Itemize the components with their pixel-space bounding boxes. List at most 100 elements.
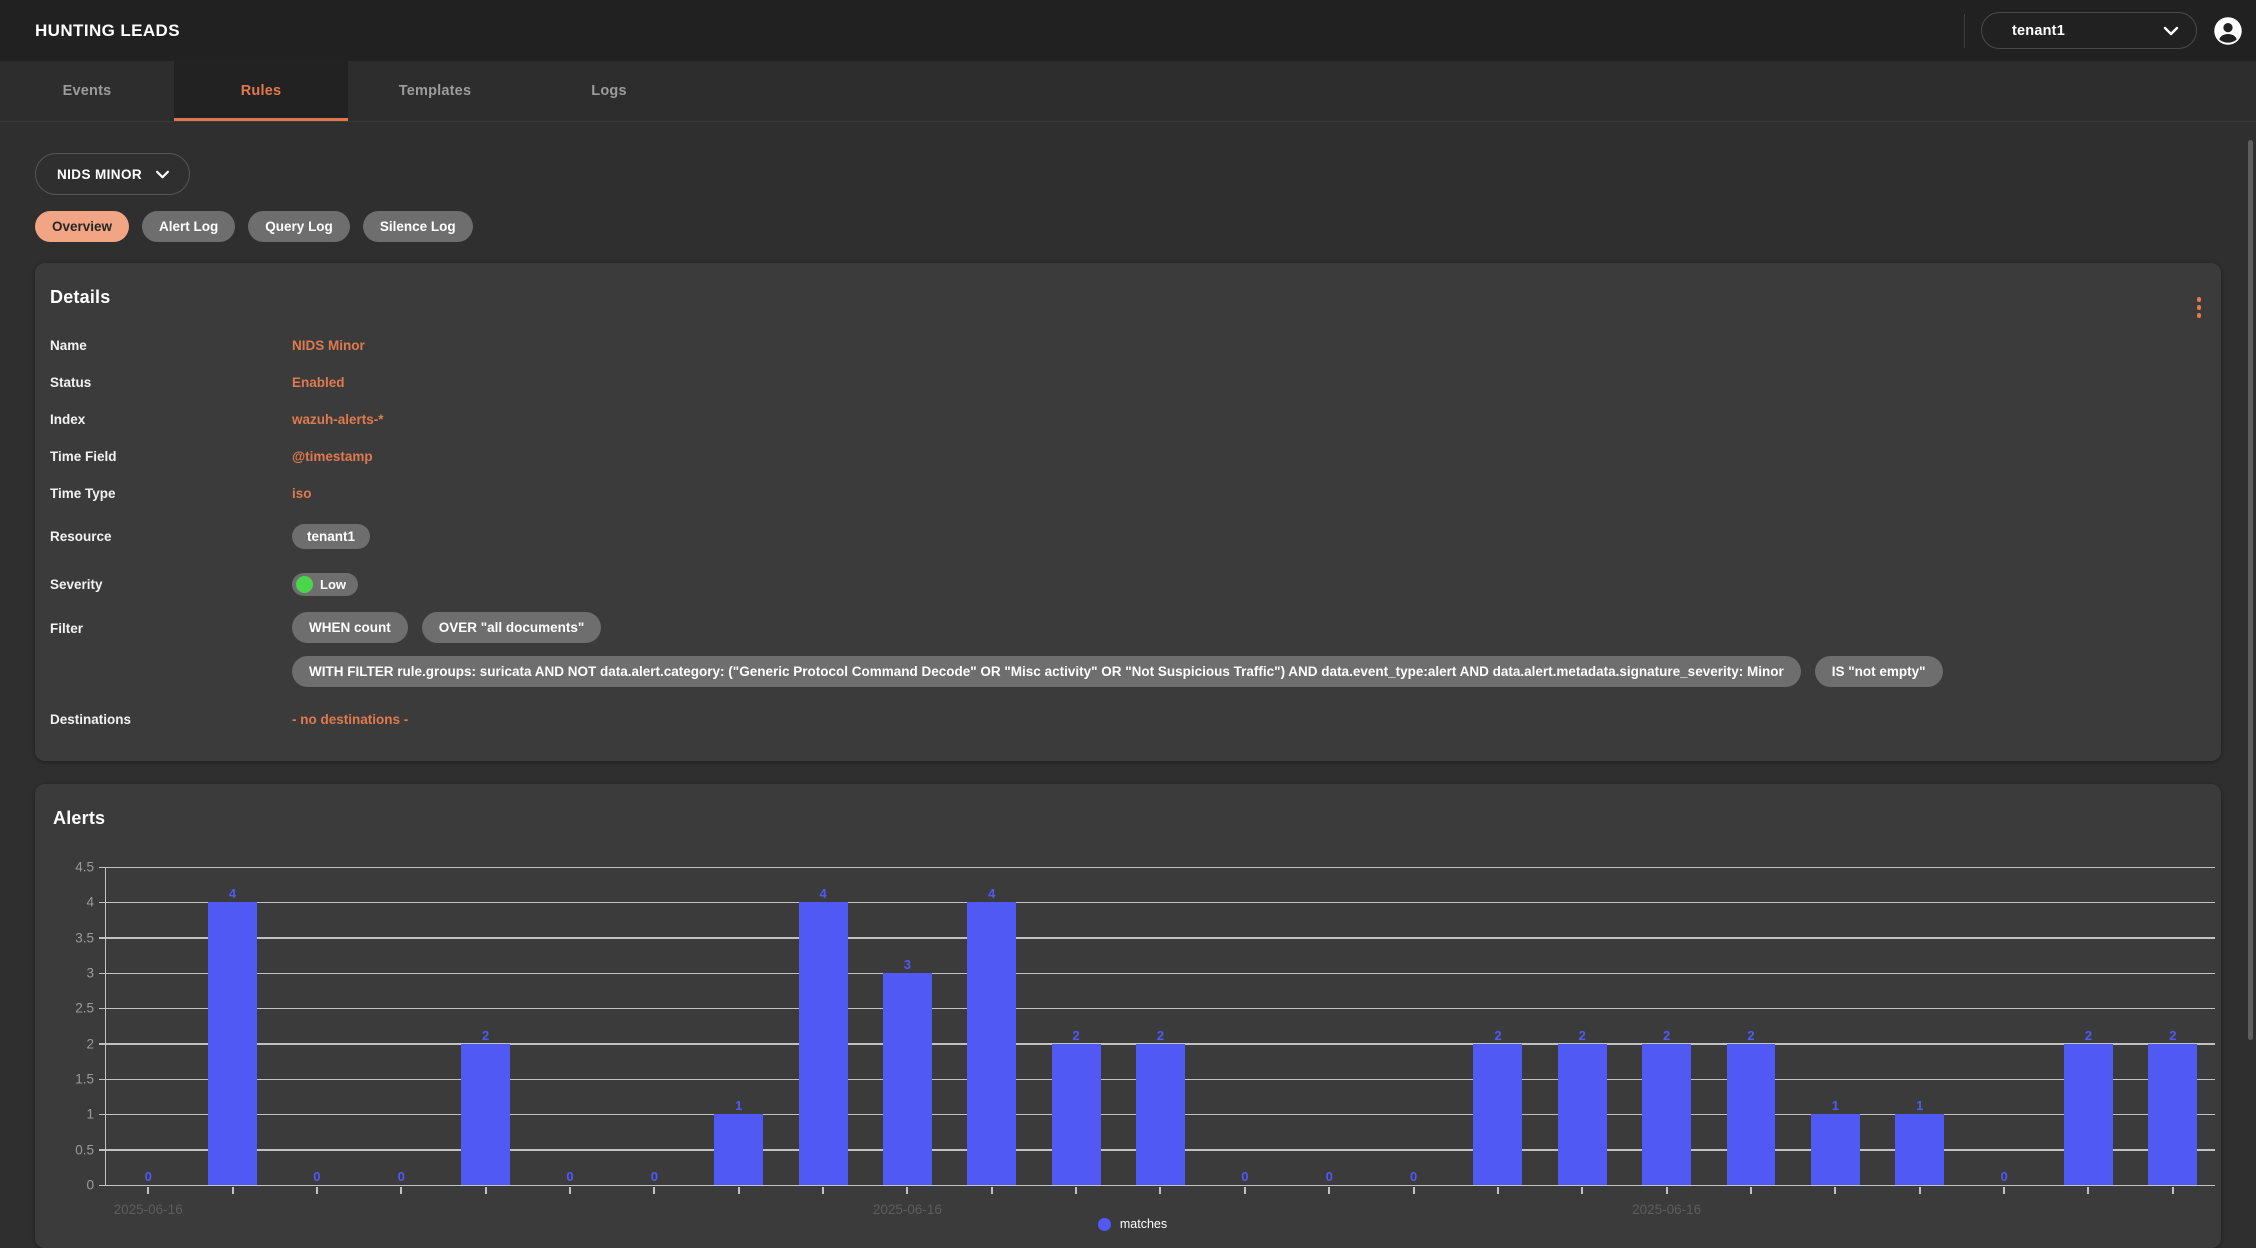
bar-value-label: 4 [988, 887, 995, 900]
bar [461, 1044, 510, 1185]
detail-row-time-field: Time Field @timestamp [50, 438, 2206, 475]
filter-chips: WHEN count OVER "all documents" WITH FIL… [292, 612, 1943, 687]
detail-row-destinations: Destinations - no destinations - [50, 699, 2206, 739]
tenant-selector[interactable]: tenant1 [1981, 12, 2197, 49]
x-tick-mark [1666, 1187, 1668, 1194]
x-tick-mark [400, 1187, 402, 1194]
detail-row-resource: Resource tenant1 [50, 512, 2206, 560]
x-tick-mark [1328, 1187, 1330, 1194]
bar-slot: 0 [1287, 867, 1371, 1185]
field-value: Enabled [292, 375, 345, 390]
bar-value-label: 1 [1916, 1099, 1923, 1112]
resource-chip: tenant1 [292, 524, 370, 549]
filter-over-chip: OVER "all documents" [422, 612, 602, 643]
header-right: tenant1 [1964, 12, 2243, 49]
field-label: Resource [50, 529, 292, 544]
tab-events[interactable]: Events [0, 61, 174, 121]
y-tick-label: 0.5 [75, 1142, 94, 1157]
x-tick-mark [1244, 1187, 1246, 1194]
bar-value-label: 4 [229, 887, 236, 900]
y-tick-label: 1 [86, 1107, 94, 1122]
details-card: Details Name NIDS Minor Status Enabled I… [35, 263, 2221, 761]
bar-slot: 2 [1540, 867, 1624, 1185]
legend-label-matches: matches [1120, 1217, 1167, 1231]
bar-slot: 0 [1203, 867, 1287, 1185]
header-divider [1964, 14, 1965, 48]
tab-logs[interactable]: Logs [522, 61, 696, 121]
bar-value-label: 0 [1326, 1170, 1333, 1183]
y-tick-label: 3.5 [75, 930, 94, 945]
bar-value-label: 0 [651, 1170, 658, 1183]
subtab-alert-log[interactable]: Alert Log [142, 211, 235, 242]
filter-when-chip: WHEN count [292, 612, 408, 643]
bar-slot: 1 [1793, 867, 1877, 1185]
detail-row-status: Status Enabled [50, 364, 2206, 401]
subtab-query-log[interactable]: Query Log [248, 211, 350, 242]
rule-selector[interactable]: NIDS MINOR [35, 153, 190, 195]
tab-rules[interactable]: Rules [174, 61, 348, 121]
bar [883, 973, 932, 1185]
x-tick-mark [1581, 1187, 1583, 1194]
x-tick-mark [1919, 1187, 1921, 1194]
account-avatar-icon[interactable] [2213, 16, 2243, 46]
field-label: Status [50, 375, 292, 390]
x-tick-mark [232, 1187, 234, 1194]
bar-value-label: 0 [566, 1170, 573, 1183]
bar-value-label: 2 [1747, 1029, 1754, 1042]
header: HUNTING LEADS tenant1 [0, 0, 2256, 61]
main-tabs: EventsRulesTemplatesLogs [0, 61, 2256, 122]
chart-plot: 00.511.522.533.544.502025-06-16400200143… [105, 867, 2215, 1186]
y-tick-label: 2 [86, 1036, 94, 1051]
detail-row-severity: Severity Low [50, 560, 2206, 608]
bar-value-label: 1 [735, 1099, 742, 1112]
bar-slot: 4 [190, 867, 274, 1185]
tab-templates[interactable]: Templates [348, 61, 522, 121]
chevron-down-icon [2163, 26, 2179, 36]
y-tick-label: 0 [86, 1178, 94, 1193]
y-tick-mark [99, 1043, 106, 1045]
bar-value-label: 4 [819, 887, 826, 900]
field-label: Name [50, 338, 292, 353]
bar [1558, 1044, 1607, 1185]
bar-slot: 0 [1371, 867, 1455, 1185]
bar-slot: 2 [2046, 867, 2130, 1185]
x-tick-mark [1159, 1187, 1161, 1194]
bar [1473, 1044, 1522, 1185]
y-tick-label: 1.5 [75, 1072, 94, 1087]
scrollbar-thumb[interactable] [2248, 140, 2253, 1040]
y-tick-mark [99, 937, 106, 939]
x-tick-mark [147, 1187, 149, 1194]
bar-value-label: 2 [2085, 1029, 2092, 1042]
bar-slot: 2 [1456, 867, 1540, 1185]
y-tick-mark [99, 1079, 106, 1081]
alerts-card: Alerts 00.511.522.533.544.502025-06-1640… [35, 784, 2221, 1248]
field-label: Index [50, 412, 292, 427]
subtab-silence-log[interactable]: Silence Log [363, 211, 473, 242]
subtab-overview[interactable]: Overview [35, 211, 129, 242]
field-label: Severity [50, 577, 292, 592]
bar-slot: 32025-06-16 [865, 867, 949, 1185]
bar-slot: 0 [528, 867, 612, 1185]
bar-slot: 2 [1034, 867, 1118, 1185]
bar-value-label: 2 [1494, 1029, 1501, 1042]
filter-chip-line: WITH FILTER rule.groups: suricata AND NO… [292, 656, 1943, 687]
severity-label: Low [320, 577, 346, 592]
tenant-selector-value: tenant1 [2012, 23, 2065, 39]
bar-value-label: 1 [1832, 1099, 1839, 1112]
bar-slot: 1 [697, 867, 781, 1185]
bar-slot: 0 [1962, 867, 2046, 1185]
y-tick-mark [99, 867, 106, 869]
bar [2064, 1044, 2113, 1185]
kebab-menu-icon[interactable] [2193, 293, 2206, 322]
filter-with-chip: WITH FILTER rule.groups: suricata AND NO… [292, 656, 1801, 687]
severity-badge: Low [292, 573, 358, 596]
field-label: Time Type [50, 486, 292, 501]
details-rows: Name NIDS Minor Status Enabled Index waz… [50, 327, 2206, 739]
y-tick-mark [99, 1114, 106, 1116]
bar [714, 1114, 763, 1185]
bar [799, 902, 848, 1185]
y-tick-label: 3 [86, 966, 94, 981]
x-tick-mark [738, 1187, 740, 1194]
bar-slot: 2 [1118, 867, 1202, 1185]
bar [1895, 1114, 1944, 1185]
